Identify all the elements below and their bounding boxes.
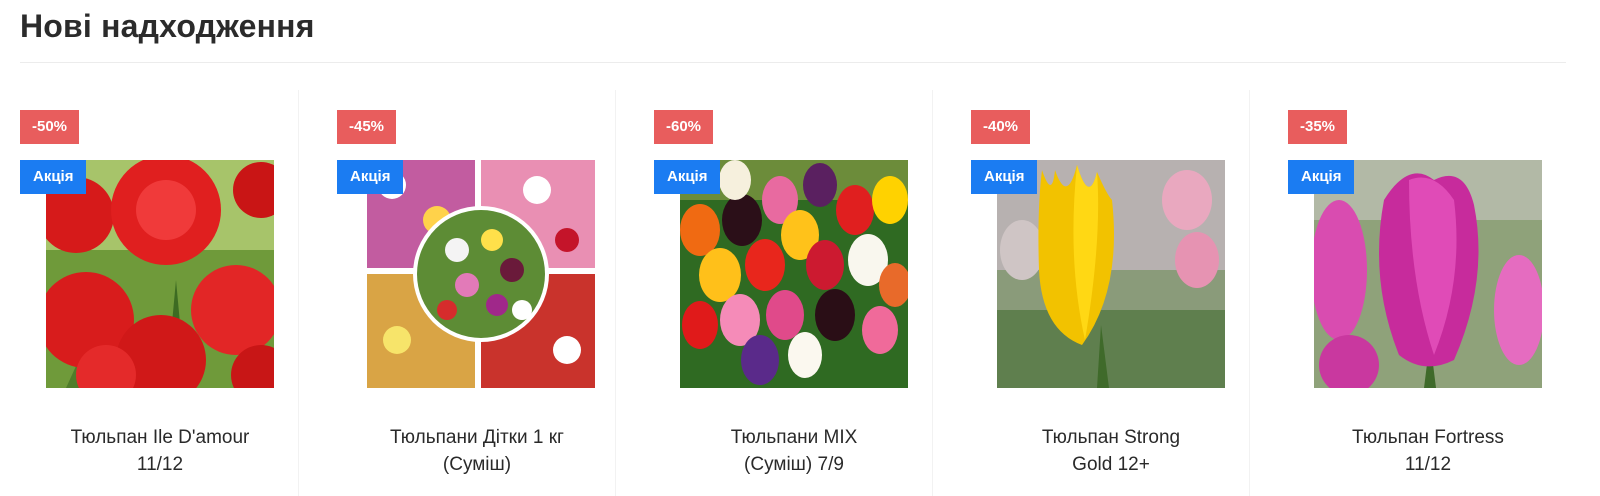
section-title: Нові надходження: [20, 8, 315, 44]
mixed-color-tulips-image: [680, 160, 908, 388]
product-name-link[interactable]: Тюльпан Ile D'amour 11/12: [10, 424, 310, 478]
product-name-line: 11/12: [1404, 454, 1452, 475]
yellow-tulip-image: [997, 160, 1225, 388]
product-image[interactable]: [997, 160, 1225, 388]
promo-badge: Акція: [20, 160, 87, 194]
promo-badge: Акція: [337, 160, 404, 194]
product-image[interactable]: [46, 160, 274, 388]
product-card[interactable]: -40% Акція Тюльпан Strong Gold 12+: [951, 90, 1251, 496]
product-image[interactable]: [680, 160, 908, 388]
discount-badge: -45%: [337, 110, 397, 144]
discount-badge: -40%: [971, 110, 1031, 144]
product-image[interactable]: [1314, 160, 1542, 388]
red-tulip-image: [46, 160, 274, 388]
mixed-tulips-image: [367, 160, 595, 388]
product-name-line: Gold 12+: [1072, 454, 1150, 475]
product-name-line: Тюльпан Fortress: [1352, 427, 1504, 448]
title-divider: [20, 62, 1566, 63]
discount-badge: -60%: [654, 110, 714, 144]
product-name-link[interactable]: Тюльпан Strong Gold 12+: [961, 424, 1261, 478]
product-card[interactable]: -60% Акція Тюльпани MIX (Суміш) 7/9: [634, 90, 934, 496]
promo-badge: Акція: [1288, 160, 1355, 194]
product-name-line: (Суміш): [442, 454, 512, 475]
product-card[interactable]: -45% Акція Тюльпани Дітки 1 кг (Суміш): [317, 90, 617, 496]
product-card[interactable]: -35% Акція Тюльпан Fortress 11/12: [1268, 90, 1568, 496]
product-name-line: (Суміш) 7/9: [744, 454, 844, 475]
product-image[interactable]: [367, 160, 595, 388]
product-name-line: Тюльпан Ile D'amour: [70, 427, 250, 448]
product-grid: -50% Акція Тюльпан Ile D'amour 11/12 -45…: [0, 90, 1600, 496]
discount-badge: -50%: [20, 110, 80, 144]
product-name-link[interactable]: Тюльпани Дітки 1 кг (Суміш): [327, 424, 627, 478]
product-name-line: Тюльпани MIX: [730, 427, 858, 448]
product-name-line: Тюльпан Strong: [1041, 427, 1181, 448]
product-name-line: 11/12: [136, 454, 184, 475]
pink-tulip-image: [1314, 160, 1542, 388]
product-card[interactable]: -50% Акція Тюльпан Ile D'amour 11/12: [0, 90, 300, 496]
product-name-link[interactable]: Тюльпан Fortress 11/12: [1278, 424, 1578, 478]
discount-badge: -35%: [1288, 110, 1348, 144]
promo-badge: Акція: [971, 160, 1038, 194]
promo-badge: Акція: [654, 160, 721, 194]
product-name-line: Тюльпани Дітки 1 кг: [390, 427, 564, 448]
product-name-link[interactable]: Тюльпани MIX (Суміш) 7/9: [644, 424, 944, 478]
